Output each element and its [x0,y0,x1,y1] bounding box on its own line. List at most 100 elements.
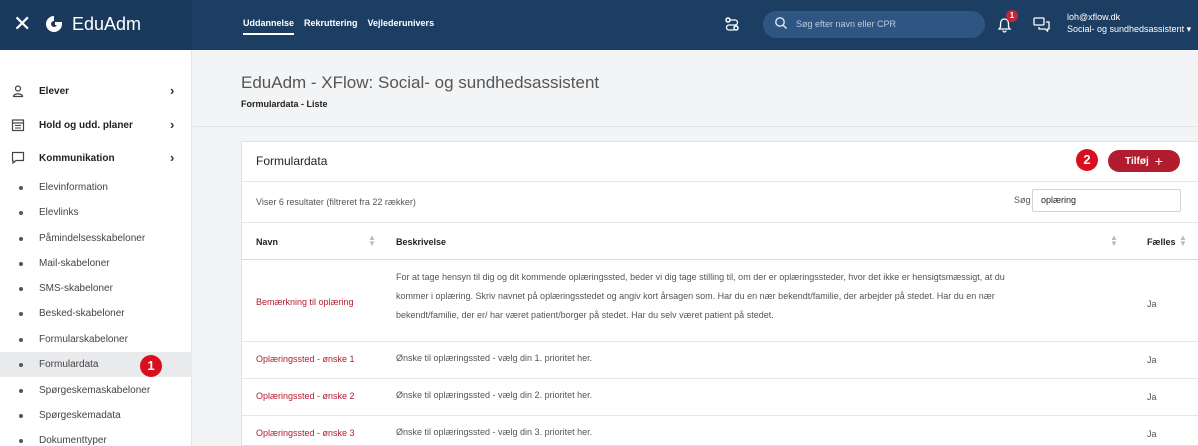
description-line: bekendt/familie, der er/ har været patie… [396,310,774,320]
chevron-right-icon: › [170,150,175,165]
step-marker-2: 2 [1076,149,1098,171]
divider [193,126,1198,127]
calendar-icon [11,119,25,132]
column-header-beskrivelse[interactable]: Beskrivelse [396,237,446,247]
bullet-icon [19,338,23,342]
result-info: Viser 6 resultater (filtreret fra 22 ræk… [256,197,416,207]
sidebar: Elever › Hold og udd. planer › Kommunika… [0,50,192,446]
row-faelles: Ja [1147,429,1157,439]
description-line: Ønske til oplæringssted - vælg din 2. pr… [396,390,593,400]
divider [242,181,1198,182]
description-line: kommer i oplæring. Skriv navnet på oplær… [396,291,995,301]
row-faelles: Ja [1147,392,1157,402]
row-faelles: Ja [1147,299,1157,309]
sidebar-subitem-label: Spørgeskemadata [39,410,121,421]
search-icon [775,17,787,29]
step-marker-1: 1 [140,355,162,377]
sidebar-item-label: Kommunikation [39,153,115,164]
bullet-icon [19,287,23,291]
description-line: Ønske til oplæringssted - vælg din 3. pr… [396,427,593,437]
divider [242,415,1198,416]
sidebar-subitem-label: Besked-skabeloner [39,308,125,319]
user-menu[interactable]: loh@xflow.dk Social- og sundhedsassisten… [1067,11,1191,35]
sidebar-item-kommunikation[interactable]: Kommunikation › [0,141,192,175]
sidebar-subitem-label: Formulardata [39,359,99,370]
row-description: Ønske til oplæringssted - vælg din 1. pr… [396,349,1096,368]
divider [242,378,1198,379]
column-header-navn[interactable]: Navn [256,237,278,247]
row-name-link[interactable]: Bemærkning til oplæring [256,297,354,307]
search-placeholder: Søg efter navn eller CPR [796,19,897,29]
sort-icon[interactable]: ▲ ▼ [368,234,376,248]
user-email: loh@xflow.dk [1067,12,1121,22]
bullet-icon [19,262,23,266]
sidebar-subitem[interactable]: Besked-skabeloner [0,301,192,326]
column-header-faelles[interactable]: Fælles [1147,237,1176,247]
bullet-icon [19,237,23,241]
card-title: Formulardata [256,154,328,168]
description-line: Ønske til oplæringssted - vælg din 1. pr… [396,353,593,363]
bullet-icon [19,389,23,393]
notification-badge: 1 [1006,10,1018,22]
plus-icon: + [1154,153,1163,169]
sort-icon[interactable]: ▲ ▼ [1110,234,1118,248]
chevron-right-icon: › [170,83,175,98]
sidebar-subitem[interactable]: Spørgeskemadata [0,403,192,428]
person-icon [12,85,24,98]
sidebar-item-label: Elever [39,86,70,97]
divider [242,259,1198,260]
row-name-link[interactable]: Oplæringssted - ønske 1 [256,354,355,364]
global-search[interactable]: Søg efter navn eller CPR [763,11,985,38]
close-icon[interactable]: ✕ [13,13,31,35]
bullet-icon [19,211,23,215]
chat-icon [11,151,25,165]
sidebar-subitem-label: Mail-skabeloner [39,258,110,269]
sidebar-subitem[interactable]: SMS-skabeloner [0,276,192,301]
table-search-input[interactable]: oplæring [1032,189,1181,212]
sidebar-subitem-label: Elevlinks [39,207,79,218]
row-faelles: Ja [1147,355,1157,365]
sidebar-item-hold[interactable]: Hold og udd. planer › [0,108,192,142]
description-line: For at tage hensyn til dig og dit kommen… [396,272,1005,282]
row-name-link[interactable]: Oplæringssted - ønske 3 [256,428,355,438]
sidebar-subitem-label: Spørgeskemaskabeloner [39,385,151,396]
chevron-right-icon: › [170,117,175,132]
sidebar-subitem[interactable]: Spørgeskemaskabeloner [0,378,192,403]
sort-icon[interactable]: ▲ ▼ [1179,234,1187,248]
nav-vejlederunivers[interactable]: Vejlederunivers [368,18,435,35]
search-label: Søg [1014,195,1031,205]
sidebar-subitem-label: Elevinformation [39,182,108,193]
sidebar-subitem[interactable]: Elevinformation [0,175,192,200]
bullet-icon [19,186,23,190]
nav-uddannelse[interactable]: Uddannelse [243,18,295,35]
bullet-icon [19,363,23,367]
brand-area: ✕ EduAdm [0,0,192,50]
user-role: Social- og sundhedsassistent [1067,24,1185,34]
chevron-down-icon: ▾ [1186,24,1192,34]
sidebar-subitem[interactable]: Mail-skabeloner [0,251,192,276]
sidebar-subitem[interactable]: Dokumenttyper [0,428,192,446]
row-description: Ønske til oplæringssted - vælg din 2. pr… [396,386,1096,405]
app-name: EduAdm [72,14,142,34]
route-icon[interactable] [724,16,740,32]
eduadm-logo-icon [46,16,62,32]
row-description: For at tage hensyn til dig og dit kommen… [396,268,1096,325]
sidebar-subitem-label: Påmindelsesskabeloner [39,233,146,244]
bullet-icon [19,414,23,418]
sidebar-subitem-label: Dokumenttyper [39,435,107,446]
row-description: Ønske til oplæringssted - vælg din 3. pr… [396,423,1096,442]
row-name-link[interactable]: Oplæringssted - ønske 2 [256,391,355,401]
nav-rekruttering[interactable]: Rekruttering [304,18,358,35]
sidebar-subitem-formulardata[interactable]: Formulardata [0,352,192,377]
sidebar-subitem[interactable]: Påmindelsesskabeloner [0,226,192,251]
sidebar-subitem[interactable]: Elevlinks [0,200,192,225]
page-title: EduAdm - XFlow: Social- og sundhedsassis… [241,73,600,92]
sidebar-item-elever[interactable]: Elever › [0,74,192,108]
divider [242,222,1198,223]
sidebar-subitem[interactable]: Formularskabeloner [0,327,192,352]
sidebar-subitem-label: SMS-skabeloner [39,283,113,294]
add-button[interactable]: Tilføj + [1108,150,1180,172]
divider [242,341,1198,342]
bullet-icon [19,439,23,443]
messages-icon[interactable] [1033,17,1050,32]
